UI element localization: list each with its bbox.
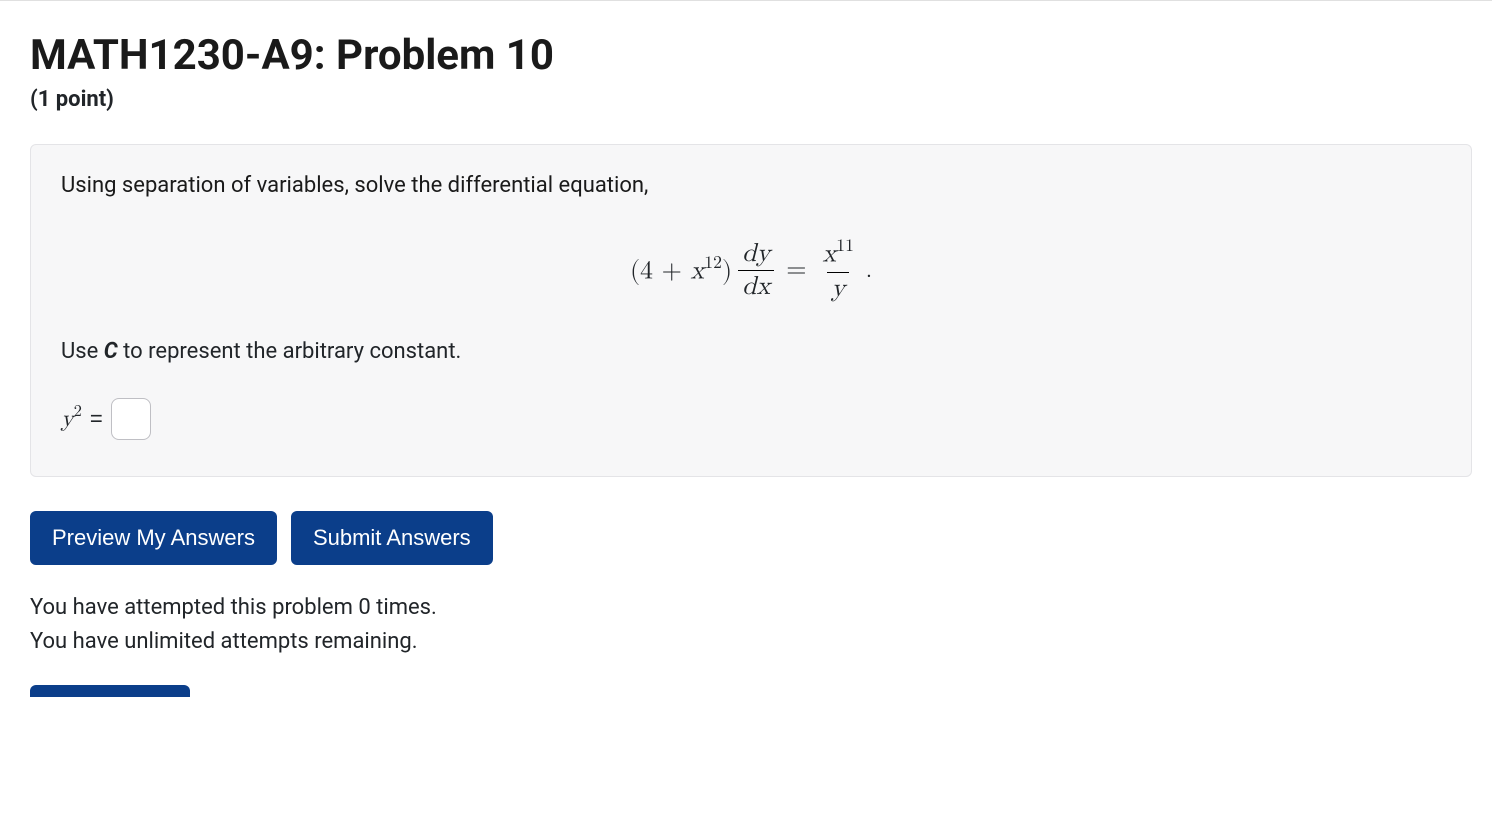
eq-equals: = bbox=[786, 255, 806, 286]
eq-rhs-frac: x11 y bbox=[819, 238, 858, 303]
partial-button[interactable] bbox=[30, 685, 190, 697]
constant-hint: Use C to represent the arbitrary constan… bbox=[61, 339, 1441, 364]
equation-display: (4 + x12) dy dx = x11 y . bbox=[61, 238, 1441, 303]
eq-dy-dx: dy dx bbox=[738, 240, 774, 302]
answer-equals: = bbox=[90, 406, 103, 432]
attempts-line1: You have attempted this problem 0 times. bbox=[30, 591, 1472, 625]
attempts-info: You have attempted this problem 0 times.… bbox=[30, 591, 1472, 659]
problem-prompt: Using separation of variables, solve the… bbox=[61, 173, 1441, 198]
eq-period: . bbox=[866, 258, 872, 284]
problem-title: MATH1230-A9: Problem 10 bbox=[30, 31, 1472, 81]
points-label: (1 point) bbox=[30, 87, 1472, 112]
eq-left-paren: (4 + x12) bbox=[630, 254, 732, 288]
buttons-row: Preview My Answers Submit Answers bbox=[30, 511, 1472, 565]
problem-container: Using separation of variables, solve the… bbox=[30, 144, 1472, 477]
answer-row: y2 = bbox=[61, 398, 1441, 440]
attempts-line2: You have unlimited attempts remaining. bbox=[30, 625, 1472, 659]
preview-answers-button[interactable]: Preview My Answers bbox=[30, 511, 277, 565]
answer-lhs: y2 bbox=[61, 404, 82, 434]
submit-answers-button[interactable]: Submit Answers bbox=[291, 511, 493, 565]
answer-input[interactable] bbox=[111, 398, 151, 440]
